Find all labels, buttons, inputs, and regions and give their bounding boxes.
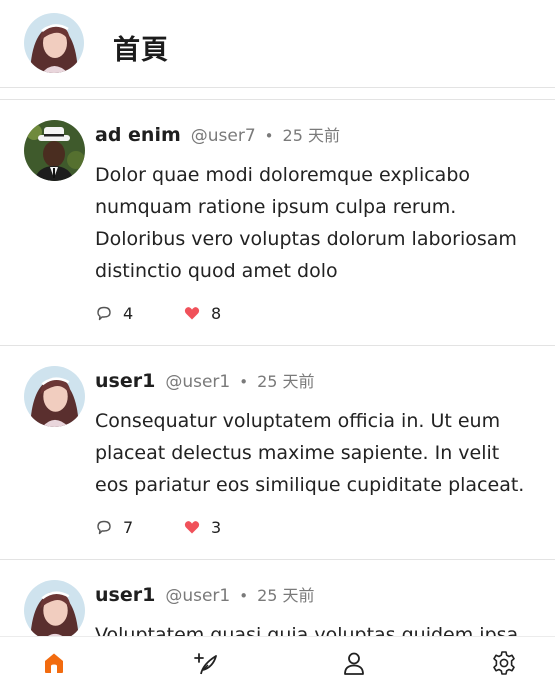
reply-button[interactable]: 7 — [95, 518, 183, 537]
post-actions: 7 3 — [95, 515, 537, 539]
post-body: Dolor quae modi doloremque explicabo num… — [95, 164, 517, 282]
like-count: 8 — [211, 303, 222, 323]
profile-icon — [344, 652, 364, 675]
woman-avatar-icon[interactable] — [24, 580, 85, 636]
page-title: 首頁 — [113, 35, 169, 66]
meta-separator: • — [264, 127, 274, 145]
home-icon — [45, 653, 63, 673]
comment-icon — [97, 306, 111, 321]
bottom-tab-bar — [0, 636, 555, 688]
top-header: 首頁 — [0, 0, 555, 88]
reply-count: 7 — [123, 517, 134, 537]
tab-home[interactable] — [24, 637, 84, 688]
post-body: Voluptatem quasi quia voluptas quidem ip… — [95, 624, 519, 636]
post-meta: user1 @user1 • 25 天前 — [95, 582, 537, 610]
woman-avatar-icon[interactable] — [24, 366, 85, 427]
tab-profile[interactable] — [324, 637, 384, 688]
tab-compose[interactable] — [175, 637, 235, 688]
comment-icon — [97, 520, 111, 535]
author-handle: @user1 — [165, 372, 231, 392]
post-body: Consequatur voluptatem officia in. Ut eu… — [95, 410, 525, 496]
post-item[interactable]: ad enim @user7 • 25 天前 Dolor quae modi d… — [0, 100, 555, 346]
reply-button[interactable]: 4 — [95, 304, 183, 323]
post-meta: user1 @user1 • 25 天前 — [95, 368, 537, 396]
post-timestamp: 25 天前 — [282, 126, 340, 145]
meta-separator: • — [239, 373, 249, 391]
compose-icon — [194, 653, 217, 675]
post-timestamp: 25 天前 — [257, 372, 315, 391]
like-count: 3 — [211, 517, 222, 537]
heart-icon — [184, 307, 200, 320]
author-name[interactable]: user1 — [95, 584, 155, 606]
heart-icon — [184, 521, 200, 534]
post-item[interactable]: user1 @user1 • 25 天前 Consequatur volupta… — [0, 346, 555, 560]
like-button[interactable]: 3 — [183, 518, 271, 537]
meta-separator: • — [239, 587, 249, 605]
user-avatar-icon[interactable] — [24, 13, 84, 73]
post-meta: ad enim @user7 • 25 天前 — [95, 122, 537, 150]
author-name[interactable]: ad enim — [95, 124, 181, 146]
post-feed[interactable]: ad enim @user7 • 25 天前 Dolor quae modi d… — [0, 99, 555, 636]
author-handle: @user7 — [190, 126, 256, 146]
man-hat-avatar-icon[interactable] — [24, 120, 85, 181]
post-actions: 4 8 — [95, 301, 537, 325]
tab-settings[interactable] — [474, 637, 534, 688]
author-name[interactable]: user1 — [95, 370, 155, 392]
post-timestamp: 25 天前 — [257, 586, 315, 605]
post-item[interactable]: user1 @user1 • 25 天前 Voluptatem quasi qu… — [0, 560, 555, 636]
settings-icon — [493, 651, 515, 675]
reply-count: 4 — [123, 303, 134, 323]
like-button[interactable]: 8 — [183, 304, 271, 323]
author-handle: @user1 — [165, 586, 231, 606]
